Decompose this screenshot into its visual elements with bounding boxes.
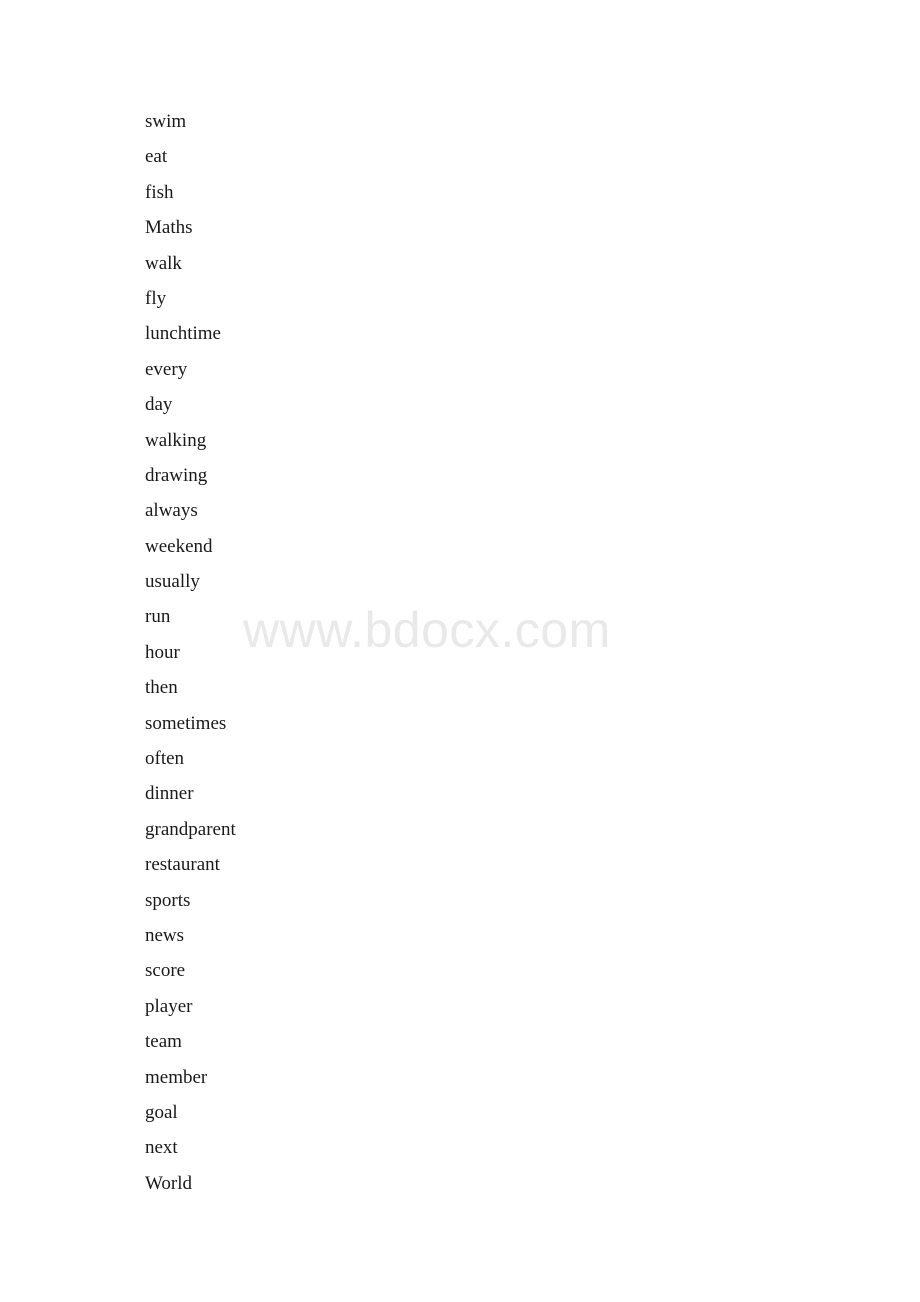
word-list-item: often (145, 748, 185, 770)
word-list-item: player (145, 995, 193, 1017)
vocabulary-word-list: swim eat fish Maths walk fly lunchtime every day… (145, 104, 745, 1201)
word-list-item: swim (145, 111, 187, 132)
word-list-item: next (145, 1137, 178, 1159)
word-list-item: walking (145, 429, 207, 451)
word-list-item: lunchtime (145, 323, 221, 345)
word-list-item: then (145, 677, 178, 699)
word-list-item: fish (145, 181, 174, 203)
word-list-item: usually (145, 571, 200, 593)
word-list-item: sports (145, 889, 191, 911)
word-list-item: World (145, 1172, 193, 1194)
word-list-item: dinner (145, 783, 194, 805)
word-list-item: walk (145, 252, 182, 274)
word-list-item: hour (145, 641, 180, 663)
word-list-item: every (145, 358, 188, 380)
word-list-item: weekend (145, 535, 213, 557)
word-list-item: news (145, 924, 185, 946)
document-page: www.bdocx.com swim eat fish Maths walk fly lun… (0, 0, 920, 1302)
word-list-item: sometimes (145, 712, 227, 734)
word-list-item: goal (145, 1101, 178, 1123)
word-list-item: always (145, 500, 198, 522)
word-list-item: Maths (145, 217, 193, 239)
word-list-item: day (145, 394, 173, 416)
word-list-item: team (145, 1031, 182, 1053)
word-list-item: score (145, 960, 186, 982)
word-list-item: member (145, 1066, 208, 1088)
word-list-item: fly (145, 287, 167, 309)
word-list-item: grandparent (145, 818, 236, 840)
word-list-item: restaurant (145, 854, 220, 876)
word-list-item: drawing (145, 464, 208, 486)
word-list-item: eat (145, 146, 168, 168)
word-list-item: run (145, 606, 171, 628)
